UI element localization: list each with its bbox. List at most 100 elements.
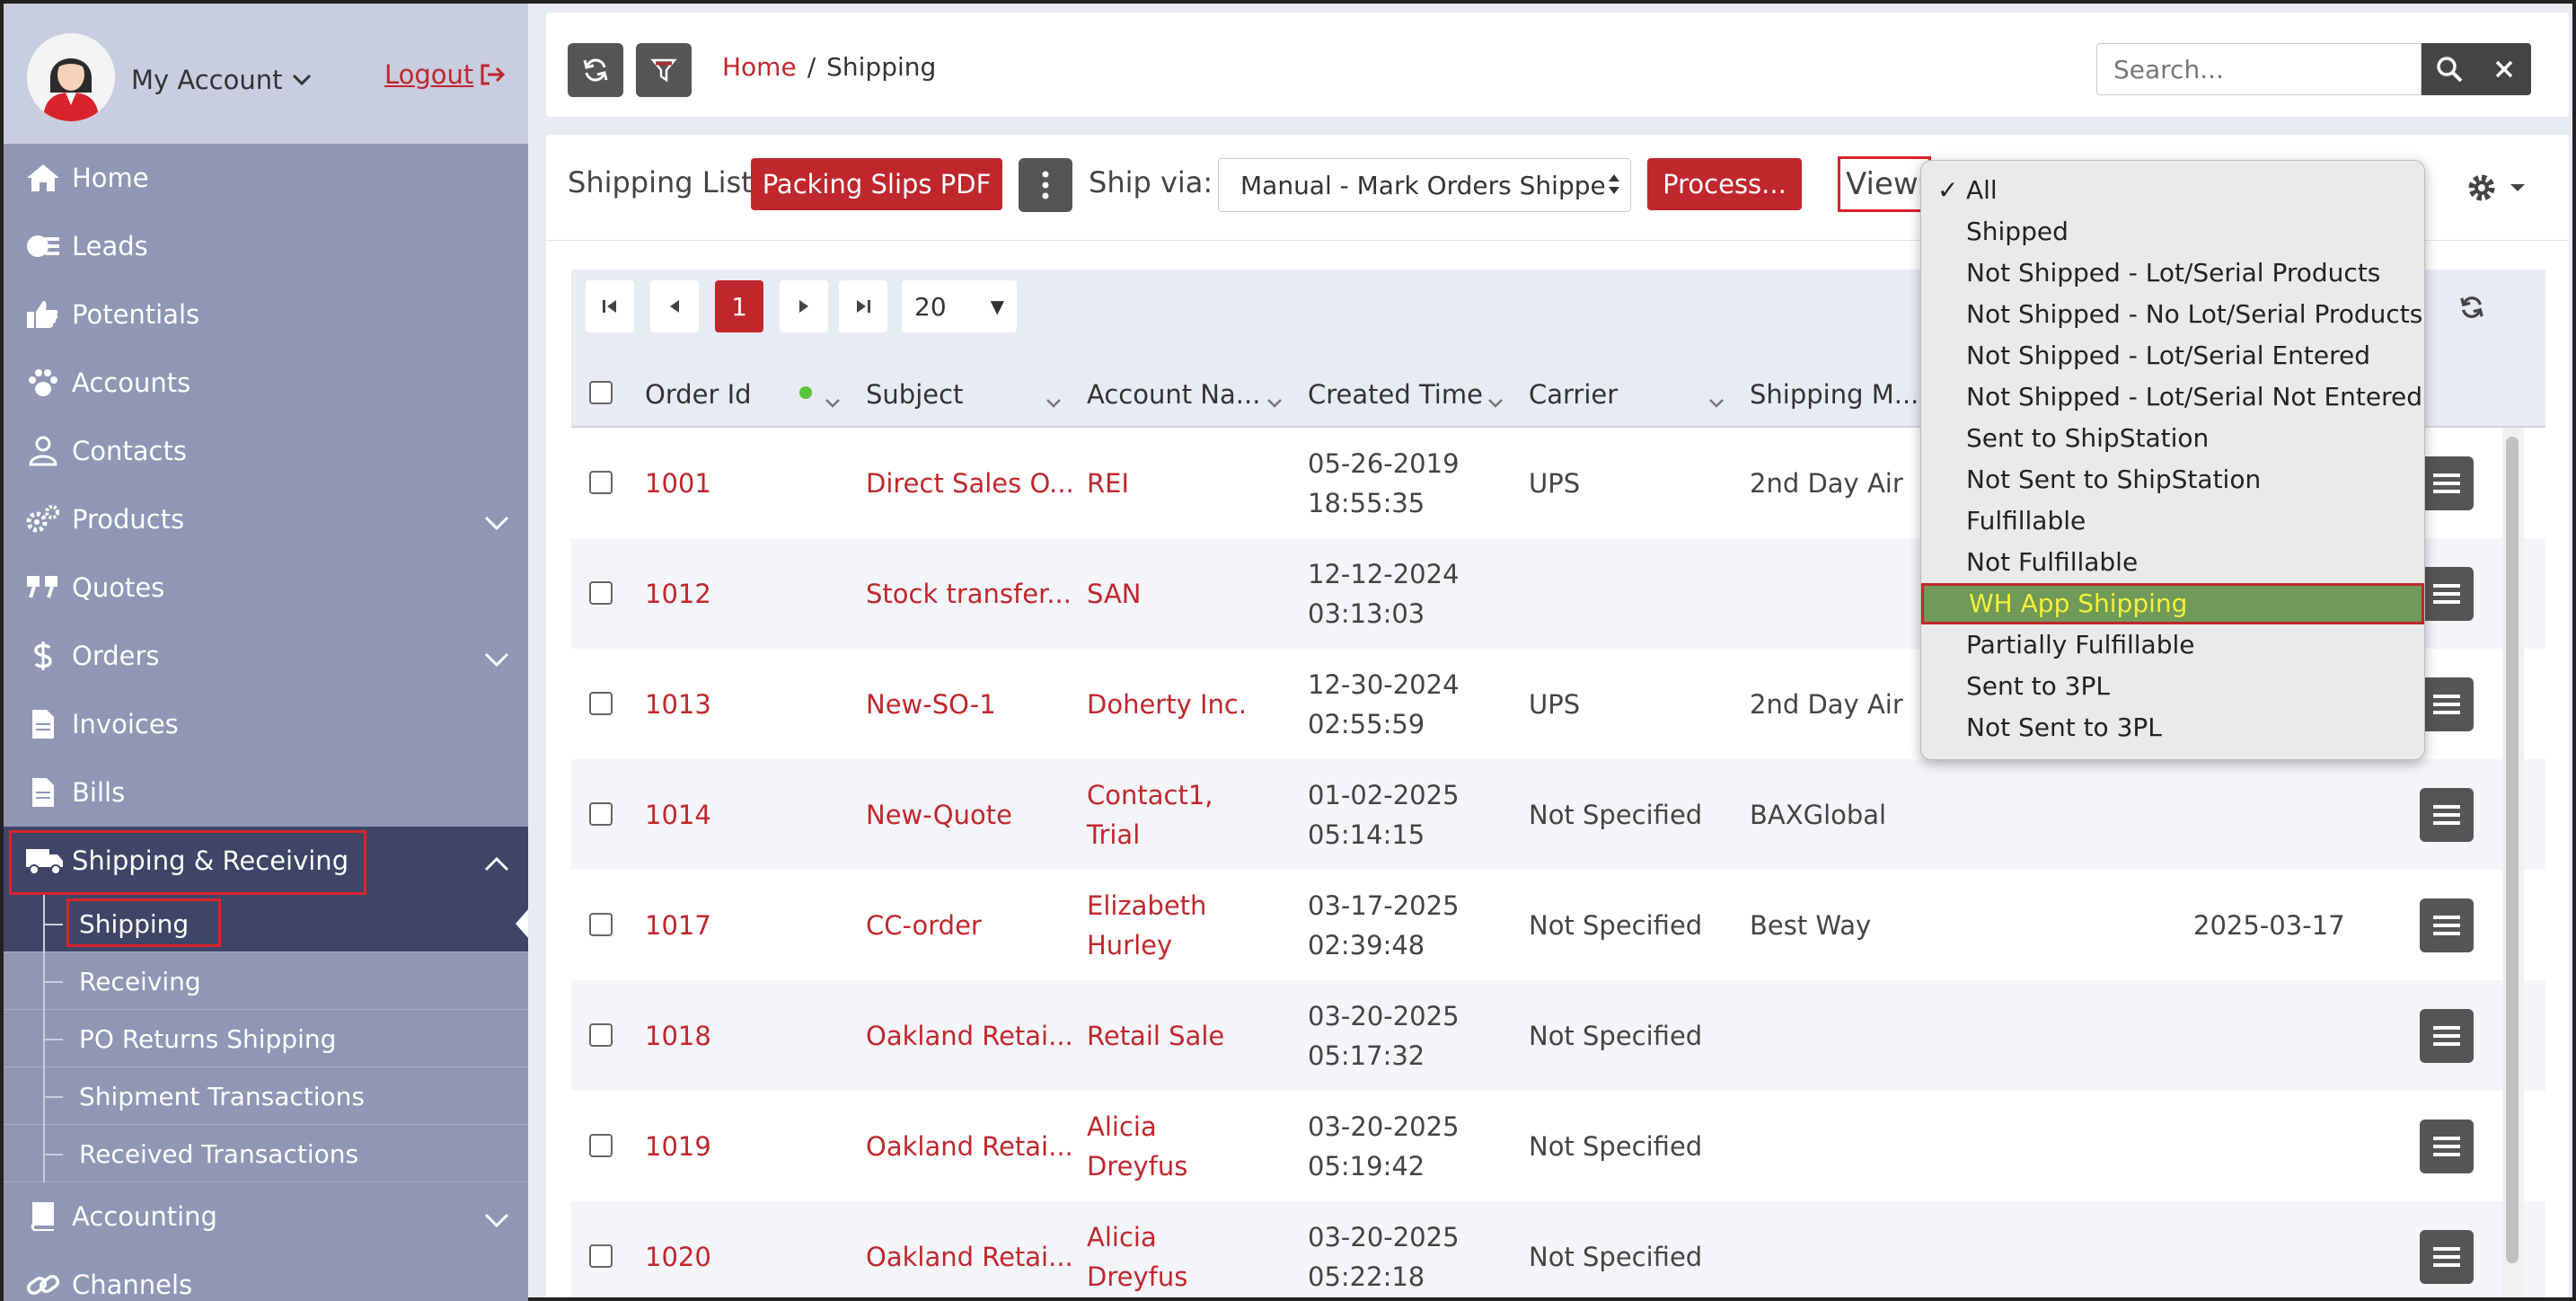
sidebar-item-accounts[interactable]: Accounts: [4, 349, 528, 417]
account-link[interactable]: Contact1,: [1087, 775, 1213, 815]
column-header-subject[interactable]: Subject: [866, 379, 963, 410]
column-header-created-time[interactable]: Created Time: [1308, 379, 1483, 410]
view-option-not-fulfillable[interactable]: Not Fulfillable: [1921, 542, 2424, 583]
view-option-all[interactable]: ✓ All: [1921, 170, 2424, 211]
sidebar-item-quotes[interactable]: Quotes: [4, 553, 528, 622]
subject-link[interactable]: New-Quote: [866, 795, 1012, 835]
search-input[interactable]: [2096, 43, 2422, 95]
clear-search-button[interactable]: [2477, 43, 2531, 95]
ship-via-select[interactable]: Manual - Mark Orders Shipped: [1218, 158, 1631, 212]
sidebar-item-invoices[interactable]: Invoices: [4, 690, 528, 758]
order-id-link[interactable]: 1020: [645, 1237, 711, 1277]
row-checkbox[interactable]: [589, 802, 613, 826]
clear-filter-button[interactable]: [636, 43, 692, 97]
select-all-checkbox[interactable]: [589, 381, 613, 404]
order-id-link[interactable]: 1018: [645, 1016, 711, 1056]
current-page-button[interactable]: 1: [715, 280, 763, 332]
table-row[interactable]: 1018 Oakland Retai... Retail Sale 03-20-…: [571, 980, 2545, 1091]
account-link[interactable]: Doherty Inc.: [1087, 685, 1247, 724]
account-link[interactable]: SAN: [1087, 574, 1141, 614]
sidebar-item-leads[interactable]: Leads: [4, 212, 528, 280]
subject-link[interactable]: Direct Sales O...: [866, 464, 1074, 503]
chevron-down-icon[interactable]: [1266, 385, 1283, 415]
sidebar-item-orders[interactable]: Orders: [4, 622, 528, 690]
row-menu-button[interactable]: [2420, 788, 2474, 842]
settings-menu[interactable]: [2466, 173, 2526, 203]
account-link[interactable]: Alicia: [1087, 1217, 1157, 1257]
process-button[interactable]: Process...: [1647, 158, 1802, 210]
view-option-partially-fulfillable[interactable]: Partially Fulfillable: [1921, 624, 2424, 666]
next-page-button[interactable]: [780, 280, 828, 332]
sidebar-item-channels[interactable]: Channels: [4, 1251, 528, 1301]
sidebar-subitem-shipping[interactable]: Shipping: [4, 895, 528, 952]
refresh-button[interactable]: [568, 43, 623, 97]
chevron-down-icon[interactable]: [1487, 385, 1504, 415]
row-menu-button[interactable]: [2420, 1009, 2474, 1063]
account-link-line2[interactable]: Dreyfus: [1087, 1146, 1187, 1186]
view-option-fulfillable[interactable]: Fulfillable: [1921, 500, 2424, 542]
sidebar-item-accounting[interactable]: Accounting: [4, 1182, 528, 1251]
chevron-down-icon[interactable]: [825, 385, 841, 415]
row-checkbox[interactable]: [589, 581, 613, 605]
account-link[interactable]: Elizabeth: [1087, 886, 1206, 925]
table-row[interactable]: 1020 Oakland Retai... Alicia Dreyfus 03-…: [571, 1201, 2545, 1297]
account-link[interactable]: Retail Sale: [1087, 1016, 1224, 1056]
view-option-not-sent-to-3pl[interactable]: Not Sent to 3PL: [1921, 707, 2424, 748]
account-link-line2[interactable]: Hurley: [1087, 925, 1172, 965]
avatar[interactable]: [27, 33, 115, 121]
sidebar-item-home[interactable]: Home: [4, 144, 528, 212]
sidebar-subitem-received-transactions[interactable]: Received Transactions: [4, 1125, 528, 1182]
scrollbar-thumb[interactable]: [2506, 437, 2519, 1263]
table-row[interactable]: 1019 Oakland Retai... Alicia Dreyfus 03-…: [571, 1091, 2545, 1201]
subject-link[interactable]: Oakland Retai...: [866, 1127, 1073, 1166]
row-checkbox[interactable]: [589, 471, 613, 494]
sidebar-subitem-shipment-transactions[interactable]: Shipment Transactions: [4, 1067, 528, 1125]
search-button[interactable]: [2422, 43, 2477, 95]
last-page-button[interactable]: [839, 280, 887, 332]
order-id-link[interactable]: 1001: [645, 464, 711, 503]
row-menu-button[interactable]: [2420, 898, 2474, 952]
first-page-button[interactable]: [586, 280, 634, 332]
row-checkbox[interactable]: [589, 1023, 613, 1047]
refresh-grid-button[interactable]: [2459, 295, 2484, 320]
row-menu-button[interactable]: [2420, 1230, 2474, 1284]
row-checkbox[interactable]: [589, 1134, 613, 1157]
breadcrumb-home-link[interactable]: Home: [722, 52, 797, 82]
sidebar-item-bills[interactable]: Bills: [4, 758, 528, 827]
view-option-shipped[interactable]: Shipped: [1921, 211, 2424, 252]
account-link[interactable]: Alicia: [1087, 1107, 1157, 1146]
row-checkbox[interactable]: [589, 692, 613, 715]
view-option-not-sent-to-shipstation[interactable]: Not Sent to ShipStation: [1921, 459, 2424, 500]
row-menu-button[interactable]: [2420, 1120, 2474, 1173]
order-id-link[interactable]: 1019: [645, 1127, 711, 1166]
view-option-sent-to-shipstation[interactable]: Sent to ShipStation: [1921, 418, 2424, 459]
sidebar-subitem-receiving[interactable]: Receiving: [4, 952, 528, 1010]
order-id-link[interactable]: 1017: [645, 906, 711, 945]
column-header-carrier[interactable]: Carrier: [1529, 379, 1618, 410]
view-option-wh-app-shipping[interactable]: WH App Shipping: [1921, 583, 2424, 624]
order-id-link[interactable]: 1014: [645, 795, 711, 835]
sidebar-item-potentials[interactable]: Potentials: [4, 280, 528, 349]
account-link-line2[interactable]: Dreyfus: [1087, 1257, 1187, 1297]
subject-link[interactable]: Oakland Retai...: [866, 1016, 1073, 1056]
view-option-sent-to-3pl[interactable]: Sent to 3PL: [1921, 666, 2424, 707]
account-link[interactable]: REI: [1087, 464, 1129, 503]
column-header-shipping-method[interactable]: Shipping M...: [1750, 379, 1919, 410]
view-option-not-shipped-no-lot-serial-products[interactable]: Not Shipped - No Lot/Serial Products: [1921, 294, 2424, 335]
order-id-link[interactable]: 1013: [645, 685, 711, 724]
table-scrollbar[interactable]: [2502, 428, 2524, 1297]
row-checkbox[interactable]: [589, 913, 613, 936]
subject-link[interactable]: CC-order: [866, 906, 982, 945]
chevron-down-icon[interactable]: [1045, 385, 1062, 415]
page-size-select[interactable]: 20 ▼: [902, 280, 1017, 332]
view-option-not-shipped-lot-serial-not-entered[interactable]: Not Shipped - Lot/Serial Not Entered: [1921, 376, 2424, 418]
row-checkbox[interactable]: [589, 1244, 613, 1268]
sidebar-subitem-po-returns-shipping[interactable]: PO Returns Shipping: [4, 1010, 528, 1067]
chevron-down-icon[interactable]: [1708, 385, 1725, 415]
row-menu-button[interactable]: [2420, 567, 2474, 621]
sidebar-item-products[interactable]: Products: [4, 485, 528, 553]
view-option-not-shipped-lot-serial-products[interactable]: Not Shipped - Lot/Serial Products: [1921, 252, 2424, 294]
subject-link[interactable]: New-SO-1: [866, 685, 996, 724]
packing-slips-pdf-button[interactable]: Packing Slips PDF: [751, 158, 1002, 210]
account-link-line2[interactable]: Trial: [1087, 815, 1140, 854]
